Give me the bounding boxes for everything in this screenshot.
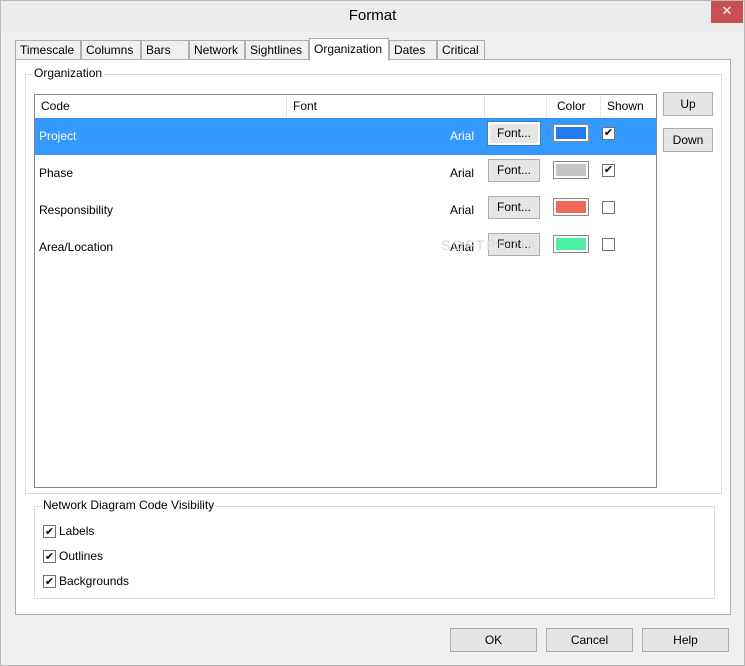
tab-organization[interactable]: Organization [309,38,389,61]
color-fill [556,164,586,176]
backgrounds-checkbox[interactable]: ✔ [43,575,56,588]
help-button[interactable]: Help [642,628,729,652]
down-button[interactable]: Down [663,128,713,152]
column-header-font-button[interactable] [485,95,547,118]
list-item[interactable]: Area/Location Arial Font... [35,229,656,266]
code-cell: Project [39,129,77,143]
code-cell: Responsibility [39,203,114,217]
visibility-group-label: Network Diagram Code Visibility [41,498,217,512]
backgrounds-label: Backgrounds [59,574,130,588]
tab-network[interactable]: Network [189,40,245,59]
organization-group-label: Organization [32,66,105,80]
shown-checkbox[interactable] [602,201,615,214]
title-bar: Format ✕ [1,1,744,31]
shown-checkbox[interactable]: ✔ [602,164,615,177]
tab-bars[interactable]: Bars [141,40,189,59]
font-cell: Arial [449,203,474,217]
labels-label: Labels [59,524,95,538]
shown-checkbox[interactable]: ✔ [602,127,615,140]
column-header-code[interactable]: Code [35,95,287,118]
font-cell: Arial [449,129,474,143]
font-button[interactable]: Font... [488,196,540,219]
window-title: Format [348,7,397,24]
tab-dates[interactable]: Dates [389,40,437,59]
font-button[interactable]: Font... [488,159,540,182]
code-cell: Area/Location [39,240,114,254]
list-item[interactable]: Responsibility Arial Font... [35,192,656,229]
color-swatch[interactable] [553,124,589,142]
tab-timescale[interactable]: Timescale [15,40,81,59]
color-fill [556,238,586,250]
font-button[interactable]: Font... [487,121,541,146]
list-item[interactable]: Phase Arial Font... ✔ [35,155,656,192]
column-header-font[interactable]: Font [287,95,485,118]
color-fill [556,127,586,139]
column-header-color[interactable]: Color [547,95,601,118]
color-swatch[interactable] [553,198,589,216]
cancel-button[interactable]: Cancel [546,628,633,652]
tab-critical[interactable]: Critical [437,40,485,59]
list-item[interactable]: Project Arial Font... ✔ [35,118,656,155]
list-header: Code Font Color Shown [35,95,656,119]
tab-columns[interactable]: Columns [81,40,141,59]
color-swatch[interactable] [553,235,589,253]
outlines-label: Outlines [59,549,104,563]
tab-sightlines[interactable]: Sightlines [245,40,309,59]
format-dialog: Format ✕ Timescale Columns Bars Network … [0,0,745,666]
color-fill [556,201,586,213]
close-button[interactable]: ✕ [711,1,743,23]
outlines-checkbox[interactable]: ✔ [43,550,56,563]
watermark: SOFTPEDIA [441,237,539,253]
close-icon: ✕ [721,4,733,19]
labels-checkbox[interactable]: ✔ [43,525,56,538]
color-swatch[interactable] [553,161,589,179]
organization-list[interactable]: Code Font Color Shown Project Arial Font… [34,94,657,488]
column-header-shown[interactable]: Shown [601,95,656,118]
up-button[interactable]: Up [663,92,713,116]
shown-checkbox[interactable] [602,238,615,251]
ok-button[interactable]: OK [450,628,537,652]
code-cell: Phase [39,166,74,180]
visibility-groupbox: Network Diagram Code Visibility [34,498,715,599]
font-cell: Arial [449,166,474,180]
